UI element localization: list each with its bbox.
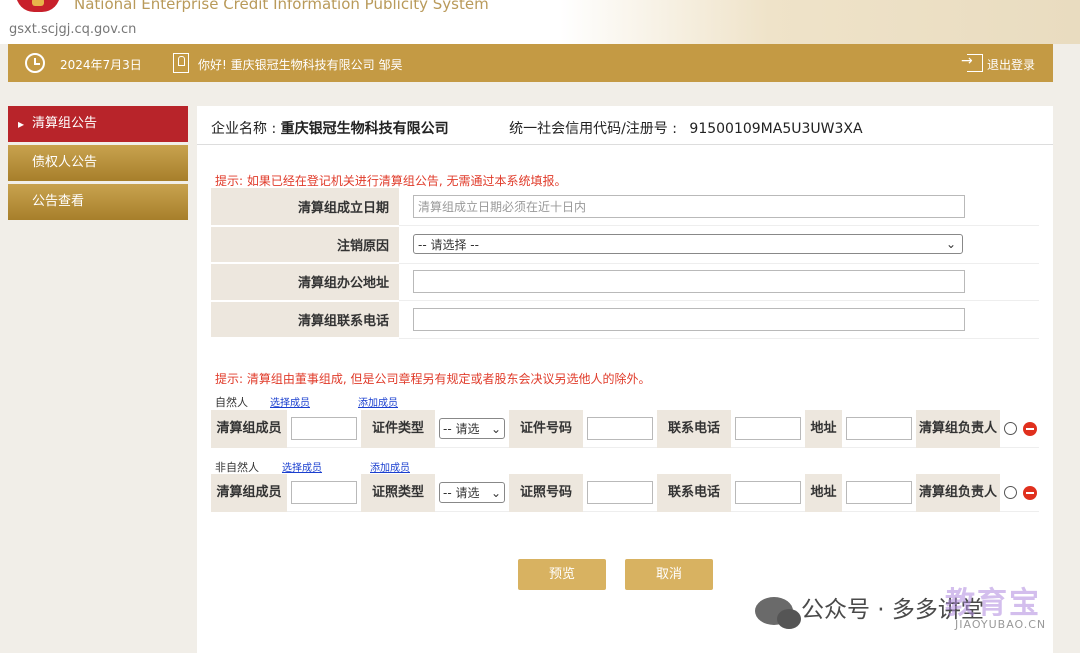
wechat-icon: [755, 596, 801, 629]
date-label: 清算组成立日期: [211, 188, 399, 227]
leader-col-label: 清算组负责人: [916, 409, 1000, 448]
company-label: 企业名称 :: [211, 121, 277, 137]
leader-col-label: 清算组负责人: [916, 473, 1000, 512]
license-type-select[interactable]: -- 请选 ⌄: [439, 482, 505, 503]
site-title-en: National Enterprise Credit Information P…: [74, 0, 489, 13]
phone-col-label: 联系电话: [657, 409, 731, 448]
member-address-input[interactable]: [846, 417, 912, 440]
natural-add-member-link[interactable]: 添加成员: [358, 394, 398, 409]
sidebar-item-notice-view[interactable]: 公告查看: [8, 184, 188, 220]
cancel-reason-value: -- 请选择 --: [418, 237, 479, 252]
member-address-input[interactable]: [846, 481, 912, 504]
license-number-input[interactable]: [587, 481, 653, 504]
chevron-down-icon: ⌄: [490, 421, 501, 436]
chevron-down-icon: ⌄: [945, 237, 956, 252]
leader-radio[interactable]: [1004, 486, 1017, 499]
main-panel: 企业名称 : 重庆银冠生物科技有限公司 统一社会信用代码/注册号 : 91500…: [197, 106, 1053, 653]
address-label: 清算组办公地址: [211, 263, 399, 302]
leader-radio[interactable]: [1004, 422, 1017, 435]
license-type-col-label: 证照类型: [361, 473, 435, 512]
header-decoration: [560, 0, 1080, 44]
nonnatural-select-member-link[interactable]: 选择成员: [282, 459, 322, 474]
id-number-col-label: 证件号码: [509, 409, 583, 448]
member-name-input[interactable]: [291, 417, 357, 440]
tip-registration: 提示: 如果已经在登记机关进行清算组公告, 无需通过本系统填报。: [215, 174, 567, 188]
natural-select-member-link[interactable]: 选择成员: [270, 394, 310, 409]
national-emblem-icon: [16, 0, 60, 12]
id-type-col-label: 证件类型: [361, 409, 435, 448]
member-col-label: 清算组成员: [211, 409, 287, 448]
site-url: gsxt.scjgj.cq.gov.cn: [9, 22, 137, 37]
sidebar-item-liquidation-notice[interactable]: 清算组公告: [8, 106, 188, 142]
sidebar: 清算组公告 债权人公告 公告查看: [8, 106, 188, 223]
address-col-label: 地址: [805, 409, 842, 448]
remove-icon[interactable]: [1023, 485, 1037, 500]
sidebar-item-creditor-notice[interactable]: 债权人公告: [8, 145, 188, 181]
chevron-down-icon: ⌄: [490, 485, 501, 500]
tip-board: 提示: 清算组由董事组成, 但是公司章程另有规定或者股东会决议另选他人的除外。: [215, 372, 651, 386]
brand-url-watermark: JIAOYUBAO.CN: [955, 618, 1047, 631]
address-col-label: 地址: [805, 473, 842, 512]
brand-watermark: 教育宝: [945, 586, 1041, 621]
member-phone-input[interactable]: [735, 417, 801, 440]
company-name: 重庆银冠生物科技有限公司: [280, 121, 449, 137]
reason-label: 注销原因: [211, 225, 399, 264]
contact-phone-input[interactable]: [413, 307, 965, 331]
establish-date-input[interactable]: 清算组成立日期必须在近十日内: [413, 195, 965, 218]
company-info: 企业名称 : 重庆银冠生物科技有限公司 统一社会信用代码/注册号 : 91500…: [211, 118, 863, 138]
credit-code-label: 统一社会信用代码/注册号 :: [509, 121, 677, 137]
current-date: 2024年7月3日: [60, 58, 142, 72]
logout-link[interactable]: 退出登录: [987, 56, 1035, 73]
license-type-value: -- 请选: [443, 486, 480, 500]
divider: [197, 144, 1053, 145]
id-type-select[interactable]: -- 请选 ⌄: [439, 418, 505, 439]
natural-member-row: 清算组成员 证件类型 -- 请选 ⌄ 证件号码 联系电话 地址 清算组负责人: [211, 409, 1039, 448]
logout-icon[interactable]: [961, 53, 983, 72]
liquidation-form: 清算组成立日期 清算组成立日期必须在近十日内 注销原因 -- 请选择 -- ⌄ 清…: [211, 188, 1039, 339]
nonnatural-add-member-link[interactable]: 添加成员: [370, 459, 410, 474]
member-phone-input[interactable]: [735, 481, 801, 504]
phone-col-label: 联系电话: [657, 473, 731, 512]
member-name-input[interactable]: [291, 481, 357, 504]
clock-icon: [25, 53, 45, 73]
nonnatural-member-row: 清算组成员 证照类型 -- 请选 ⌄ 证照号码 联系电话 地址 清算组负责人: [211, 473, 1039, 512]
id-number-input[interactable]: [587, 417, 653, 440]
cancel-reason-select[interactable]: -- 请选择 -- ⌄: [413, 234, 963, 255]
site-header: National Enterprise Credit Information P…: [0, 0, 1080, 44]
user-bar: 2024年7月3日 你好! 重庆银冠生物科技有限公司 邹昊 退出登录: [8, 44, 1053, 82]
cancel-button[interactable]: 取消: [625, 559, 713, 590]
license-number-col-label: 证照号码: [509, 473, 583, 512]
remove-icon[interactable]: [1023, 421, 1037, 436]
preview-button[interactable]: 预览: [518, 559, 606, 590]
user-icon: [173, 53, 189, 73]
natural-person-label: 自然人: [215, 396, 248, 409]
id-type-value: -- 请选: [443, 422, 480, 436]
member-col-label: 清算组成员: [211, 473, 287, 512]
credit-code-value: 91500109MA5U3UW3XA: [689, 121, 863, 137]
office-address-input[interactable]: [413, 270, 965, 294]
phone-label: 清算组联系电话: [211, 300, 399, 339]
greeting: 你好! 重庆银冠生物科技有限公司 邹昊: [198, 58, 403, 72]
